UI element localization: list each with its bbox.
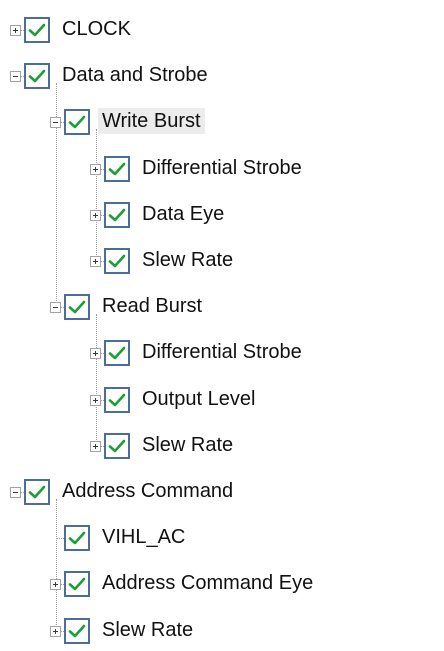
check-mark-icon [108, 439, 126, 453]
expand-toggle-icon[interactable] [50, 579, 61, 591]
tree-node-label[interactable]: Output Level [138, 386, 259, 412]
tree-node[interactable]: Data and Strobe [0, 56, 444, 96]
tree-node-label[interactable]: Write Burst [98, 108, 205, 135]
collapse-toggle-icon[interactable] [10, 71, 21, 83]
expand-toggle-icon[interactable] [90, 163, 101, 175]
tree-node-label[interactable]: Slew Rate [138, 247, 237, 273]
tree-node-label[interactable]: VIHL_AC [98, 524, 189, 550]
tree-node-label[interactable]: Differential Strobe [138, 339, 306, 365]
tree-node[interactable]: Write Burst [0, 102, 444, 142]
check-mark-icon [68, 116, 86, 129]
tree-node[interactable]: VIHL_AC [0, 518, 444, 558]
check-mark-icon [108, 162, 126, 175]
tree-node-label[interactable]: Slew Rate [138, 432, 237, 458]
check-mark-icon [108, 393, 126, 406]
check-mark-icon [28, 23, 46, 37]
tree-node[interactable]: Slew Rate [0, 426, 444, 466]
node-checkbox[interactable] [104, 248, 130, 274]
check-mark-icon [28, 485, 46, 499]
tree-connector-horizontal [57, 538, 64, 540]
collapse-toggle-icon[interactable] [50, 117, 61, 129]
collapse-toggle-icon[interactable] [50, 302, 61, 314]
tree-node[interactable]: Output Level [0, 380, 444, 420]
check-mark-icon [68, 531, 86, 545]
expand-toggle-icon[interactable] [10, 25, 21, 36]
tree-node-label[interactable]: Address Command [58, 478, 237, 504]
node-checkbox[interactable] [64, 571, 90, 598]
check-mark-icon [108, 347, 126, 360]
tree-node-label[interactable]: Data and Strobe [58, 62, 212, 88]
expand-toggle-icon[interactable] [90, 394, 101, 406]
check-mark-icon [108, 208, 126, 222]
node-checkbox[interactable] [104, 432, 130, 459]
tree-node-label[interactable]: Slew Rate [98, 617, 197, 643]
tree-node[interactable]: Address Command [0, 472, 444, 512]
tree-node-label[interactable]: Read Burst [98, 293, 206, 319]
check-mark-icon [28, 69, 46, 83]
node-checkbox[interactable] [104, 155, 130, 182]
node-checkbox[interactable] [64, 294, 90, 321]
node-checkbox[interactable] [104, 340, 130, 367]
tree-node[interactable]: Differential Strobe [0, 149, 444, 189]
tree-node-label[interactable]: Address Command Eye [98, 570, 317, 596]
node-checkbox[interactable] [24, 17, 50, 43]
node-checkbox[interactable] [64, 525, 90, 552]
node-checkbox[interactable] [24, 479, 50, 505]
expand-toggle-icon[interactable] [50, 625, 61, 637]
expand-toggle-icon[interactable] [90, 209, 101, 221]
tree-node[interactable]: Differential Strobe [0, 333, 444, 373]
tree-node[interactable]: Address Command Eye [0, 564, 444, 604]
tree-node[interactable]: Read Burst [0, 287, 444, 327]
tree-node-label[interactable]: CLOCK [58, 16, 135, 42]
tree-node[interactable]: Slew Rate [0, 241, 444, 281]
expand-toggle-icon[interactable] [90, 256, 101, 267]
node-checkbox[interactable] [64, 617, 90, 644]
expand-toggle-icon[interactable] [90, 348, 101, 360]
check-mark-icon [68, 300, 86, 314]
test-tree: CLOCK Data and Strobe Write Burst Different… [0, 0, 444, 645]
check-mark-icon [108, 254, 126, 268]
node-checkbox[interactable] [104, 386, 130, 413]
check-mark-icon [68, 578, 86, 591]
tree-node-label[interactable]: Data Eye [138, 201, 228, 227]
node-checkbox[interactable] [104, 201, 130, 228]
node-checkbox[interactable] [64, 109, 90, 136]
collapse-toggle-icon[interactable] [10, 487, 21, 498]
node-checkbox[interactable] [24, 63, 50, 90]
tree-node[interactable]: Data Eye [0, 195, 444, 235]
check-mark-icon [68, 624, 86, 637]
tree-node[interactable]: CLOCK [0, 10, 444, 50]
expand-toggle-icon[interactable] [90, 440, 101, 452]
tree-node-label[interactable]: Differential Strobe [138, 155, 306, 181]
